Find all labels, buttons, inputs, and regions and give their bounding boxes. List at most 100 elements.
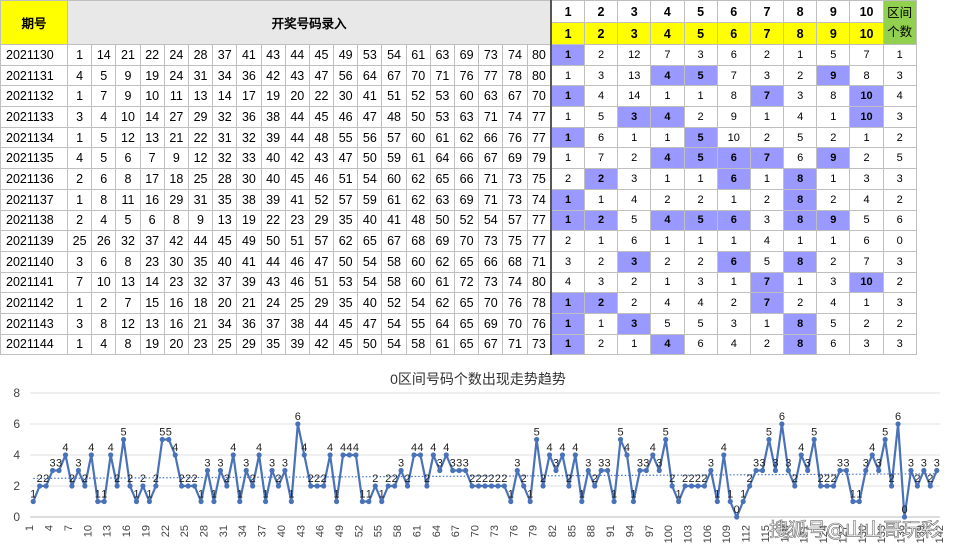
draw-number-cell: 52 [381,292,407,314]
draw-number-cell: 61 [429,333,456,356]
data-label: 1 [740,489,746,501]
draw-number-cell: 2 [66,209,93,232]
draw-number-cell: 62 [429,250,456,273]
zone-cell: 3 [583,64,619,87]
zone-cell: 7 [849,44,884,66]
table-row: 2021142 1 2 7 15 16 18 20 21 24 25 29 35 40 52 54 62 65 70… [0,292,917,314]
zone-cell: 3 [849,168,884,190]
data-label: 4 [340,442,346,454]
data-label: 2 [521,473,527,485]
draw-number-cell: 1 [66,333,93,356]
zone-cell: 2 [583,292,619,314]
zone-cell: 7 [749,147,785,170]
data-label: 4 [721,442,727,454]
draw-number-cell: 74 [502,106,528,128]
zone-cell: 7 [749,271,785,294]
draw-number-cell: 6 [139,209,165,232]
draw-number-cell: 66 [453,168,480,190]
zone-cell: 12 [617,44,652,66]
draw-number-cell: 41 [236,250,262,273]
x-tick-label: 52 [353,525,365,537]
draw-number-cell: 62 [453,126,480,149]
count-cell: 0 [882,230,917,252]
table-row: 2021130 1 14 21 22 24 28 37 41 43 44 45 49 53 54 61 63 69… [0,44,917,66]
draw-number-cell: 26 [91,230,117,252]
data-label: 2 [192,473,198,485]
draw-number-cell: 76 [502,292,528,314]
draw-number-cell: 41 [357,85,383,108]
data-label: 3 [785,458,791,470]
zone-cell: 2 [683,106,718,128]
zone-cell: 1 [816,106,851,128]
draw-number-cell: 46 [333,106,359,128]
count-header: 区间个数 [882,0,917,45]
data-label: 2 [308,473,314,485]
draw-number-cell: 42 [308,333,335,356]
data-label: 1 [101,489,107,501]
draw-number-cell: 67 [478,147,504,170]
count-cell: 2 [882,188,917,211]
zone-cell: 1 [550,292,585,314]
draw-number-cell: 66 [453,147,480,170]
data-label: 3 [656,458,662,470]
count-cell: 3 [882,64,917,87]
draw-number-cell: 31 [187,188,214,211]
x-tick-label: 34 [237,525,249,537]
zone-cell: 4 [650,209,685,232]
zone-cell: 4 [650,292,685,314]
draw-number-cell: 8 [163,209,189,232]
zone-cell: 1 [683,230,718,252]
draw-number-cell: 54 [357,168,383,190]
draw-number-cell: 38 [236,188,262,211]
zone-cell: 5 [683,312,718,335]
data-label: 1 [333,489,339,501]
zone-subheader-8: 8 [783,22,818,45]
zone-cell: 7 [749,85,785,108]
data-label: 1 [237,489,243,501]
zone-cell: 6 [716,209,751,232]
table-row: 2021136 2 6 8 17 18 25 28 30 40 45 46 51 54 60 62 65 66 71… [0,168,917,190]
draw-number-cell: 54 [357,271,383,294]
zone-cell: 1 [716,230,751,252]
draw-number-cell: 23 [284,209,310,232]
zone-cell: 3 [617,168,652,190]
zone-cell: 5 [583,106,619,128]
data-label: 2 [127,473,133,485]
draw-number-cell: 14 [91,44,117,66]
zone-cell: 7 [650,44,685,66]
data-label: 2 [424,473,430,485]
x-tick-label: 55 [373,525,385,537]
draw-number-cell: 71 [478,106,504,128]
zone-subheader-10: 10 [849,22,884,45]
data-label: 3 [759,458,765,470]
draw-number-cell: 58 [405,333,431,356]
zone-cell: 10 [716,126,751,149]
draw-number-cell: 74 [502,44,528,66]
zone-cell: 10 [849,85,884,108]
draw-number-cell: 80 [526,271,552,294]
draw-number-cell: 5 [91,147,117,170]
draw-number-cell: 19 [139,64,165,87]
zone-header-4: 4 [650,0,685,23]
zone-header-2: 2 [583,0,619,23]
draw-number-cell: 32 [212,106,238,128]
draw-number-cell: 21 [187,312,214,335]
zone-cell: 10 [849,271,884,294]
zone-subheader-9: 9 [816,22,851,45]
zone-header-5: 5 [683,0,718,23]
zone-cell: 2 [683,188,718,211]
zone-cell: 5 [749,250,785,273]
zone-cell: 6 [783,147,818,170]
draw-number-cell: 6 [115,147,141,170]
data-label: 1 [263,489,269,501]
draw-number-cell: 22 [187,126,214,149]
zone-cell: 2 [617,147,652,170]
zone-cell: 3 [716,312,751,335]
zone-cell: 1 [849,292,884,314]
zone-cell: 8 [716,85,751,108]
zone-cell: 1 [849,126,884,149]
x-tick-label: 46 [315,525,327,537]
period-cell: 2021133 [0,106,68,128]
draw-number-cell: 67 [502,85,528,108]
zone-header-10: 10 [849,0,884,23]
